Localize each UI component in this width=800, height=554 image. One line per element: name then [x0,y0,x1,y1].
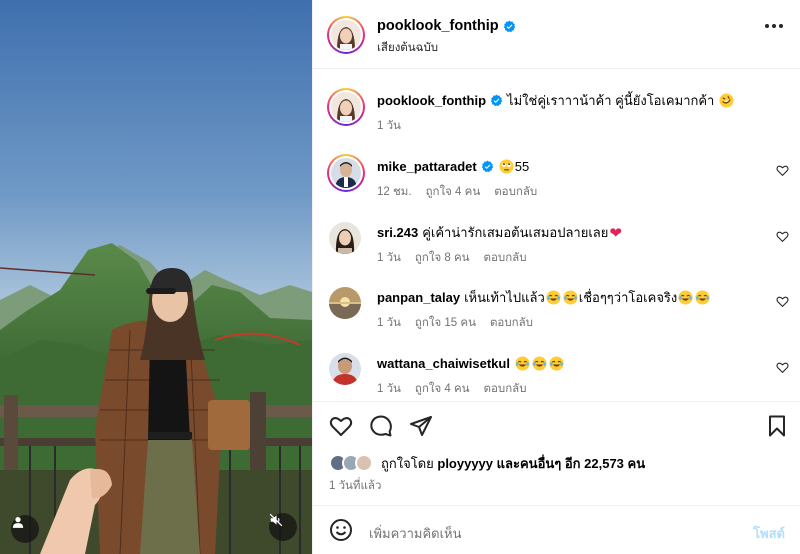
tears-of-joy-emoji-icon [678,290,693,305]
original-audio-link[interactable]: เสียงต้นฉบับ [377,39,438,57]
avatar[interactable] [329,222,361,254]
user-tags-button[interactable] [11,515,39,543]
verified-icon [490,94,503,107]
comment-meta: 1 วัน ถูกใจ 15 คน ตอบกลับ [377,314,533,332]
liker-avatars[interactable] [329,453,375,473]
tears-of-joy-emoji-icon [546,290,561,305]
avatar[interactable] [329,353,361,385]
likes-summary: ถูกใจโดย ployyyyy และคนอื่นๆ อีก 22,573 … [329,453,645,473]
heart-icon[interactable] [776,361,789,374]
comment-meta: 1 วัน ถูกใจ 8 คน ตอบกลับ [377,249,527,267]
comment-bubble-icon[interactable] [369,414,393,438]
mute-button[interactable] [269,513,297,541]
comment-text: คู่เค้าน่ารักเสมอต้นเสมอปลายเลย [422,225,609,240]
caption-text: ไม่ใช่คู่เราาาน้าค้า คู่นี้ยังโอเคมากค้า [507,93,715,108]
more-options-button[interactable] [765,24,783,28]
avatar [331,92,361,122]
reply-button[interactable]: ตอบกลับ [484,249,527,267]
liker-username[interactable]: ployyyyy [437,456,493,471]
red-heart-emoji-icon: ❤ [609,225,622,242]
avatar [331,20,361,50]
comment-time[interactable]: 1 วัน [377,314,401,332]
caption-time[interactable]: 1 วัน [377,117,401,135]
post-media[interactable] [0,0,312,554]
tears-of-joy-emoji-icon [563,290,578,305]
post-dialog: pooklook_fonthip เสียงต้นฉบับ pooklook_f… [0,0,800,554]
avatar [331,158,361,188]
user-icon [12,517,24,528]
heart-icon[interactable] [776,230,789,243]
comment-time[interactable]: 12 ชม. [377,183,412,201]
post-side-panel: pooklook_fonthip เสียงต้นฉบับ pooklook_f… [312,0,800,554]
avatar[interactable] [329,287,361,319]
post-timestamp[interactable]: 1 วันที่แล้ว [329,477,381,495]
comment-like-count[interactable]: ถูกใจ 4 คน [415,380,470,398]
caption-story-ring[interactable] [327,88,365,126]
comment-username[interactable]: sri.243 [377,225,418,240]
tears-of-joy-emoji-icon [532,356,547,371]
comment-input[interactable]: เพิ่มความคิดเห็น [369,523,462,544]
comment-story-ring[interactable] [327,154,365,192]
comment-text-line: wattana_chaiwisetkul [377,355,565,373]
comment-text-b: เชื่อๆๆว่าโอเคจริง [578,290,678,305]
likes-others-link[interactable]: และคนอื่นๆ อีก 22,573 คน [497,453,645,474]
caption-username[interactable]: pooklook_fonthip [377,93,486,108]
post-header: pooklook_fonthip เสียงต้นฉบับ [313,0,800,69]
comment-meta: 12 ชม. ถูกใจ 4 คน ตอบกลับ [377,183,537,201]
comment-meta: 1 วัน ถูกใจ 4 คน ตอบกลับ [377,380,527,398]
comments-list: pooklook_fonthip ไม่ใช่คู่เราาาน้าค้า คู่… [313,70,800,400]
comment-composer: เพิ่มความคิดเห็น โพสต์ [313,505,800,554]
reply-button[interactable]: ตอบกลับ [490,314,533,332]
author-username-text[interactable]: pooklook_fonthip [377,18,499,34]
rofl-emoji-icon [719,93,734,108]
tears-of-joy-emoji-icon [695,290,710,305]
comment-like-count[interactable]: ถูกใจ 8 คน [415,249,470,267]
rolling-eyes-emoji-icon [499,159,514,174]
comment-time[interactable]: 1 วัน [377,380,401,398]
caption-meta: 1 วัน [377,117,401,135]
tears-of-joy-emoji-icon [549,356,564,371]
reply-button[interactable]: ตอบกลับ [494,183,537,201]
comment-text-line: mike_pattaradet 55 [377,158,529,176]
comment-text-line: panpan_talay เห็นเท้าไปแล้ว เชื่อๆๆว่าโอเค… [377,289,711,307]
bookmark-icon[interactable] [765,414,789,438]
like-heart-icon[interactable] [329,414,353,438]
comment-text: 55 [514,159,530,174]
story-ring[interactable] [327,16,365,54]
comment-username[interactable]: wattana_chaiwisetkul [377,356,510,371]
post-photo [0,0,312,554]
comment-username[interactable]: panpan_talay [377,290,460,305]
comment-text-line: sri.243 คู่เค้าน่ารักเสมอต้นเสมอปลายเลย❤ [377,224,623,243]
author-username[interactable]: pooklook_fonthip [377,18,516,34]
verified-icon [503,20,515,32]
heart-icon[interactable] [776,295,789,308]
comment-like-count[interactable]: ถูกใจ 4 คน [426,183,481,201]
emoji-picker-icon[interactable] [329,518,353,542]
speaker-muted-icon [269,513,283,527]
tears-of-joy-emoji-icon [515,356,530,371]
share-send-icon[interactable] [409,414,433,438]
action-bar [313,401,800,449]
comment-time[interactable]: 1 วัน [377,249,401,267]
comment-like-count[interactable]: ถูกใจ 15 คน [415,314,476,332]
heart-icon[interactable] [776,164,789,177]
comment-text-a: เห็นเท้าไปแล้ว [464,290,545,305]
verified-icon [481,160,493,173]
post-comment-button[interactable]: โพสต์ [753,523,785,544]
caption-text-line: pooklook_fonthip ไม่ใช่คู่เราาาน้าค้า คู่… [377,92,735,110]
comment-username[interactable]: mike_pattaradet [377,159,477,174]
reply-button[interactable]: ตอบกลับ [484,380,527,398]
likes-prefix: ถูกใจโดย [381,455,434,471]
